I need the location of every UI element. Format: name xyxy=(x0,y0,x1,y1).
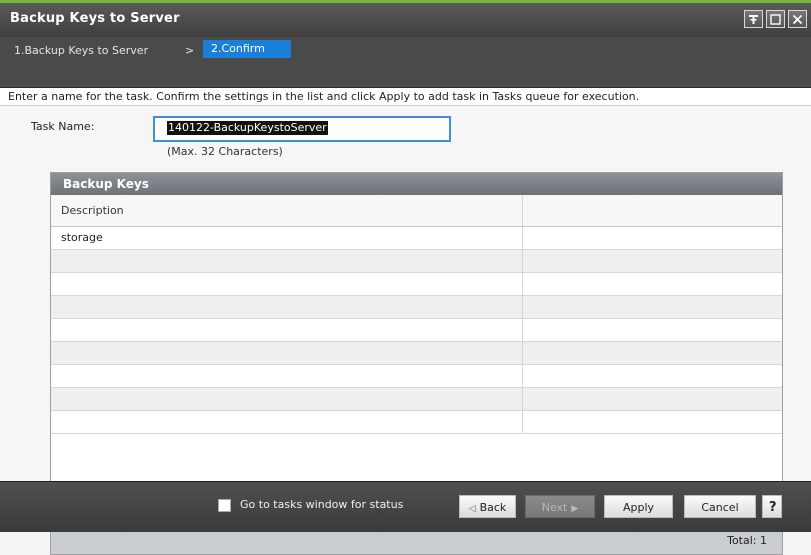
wizard-steps: 1.Backup Keys to Server > 2.Confirm xyxy=(0,37,811,88)
table-row[interactable] xyxy=(51,341,782,365)
task-name-value[interactable]: 140122-BackupKeystoServer xyxy=(167,121,328,135)
help-button[interactable]: ? xyxy=(762,495,782,518)
table-cell xyxy=(522,249,782,273)
chevron-right-icon: ▶ xyxy=(571,504,579,514)
table-cell xyxy=(522,272,782,296)
close-icon[interactable] xyxy=(788,10,807,28)
apply-button[interactable]: Apply xyxy=(604,495,673,518)
table-cell xyxy=(522,318,782,342)
wizard-step-separator: > xyxy=(185,44,195,57)
wizard-step-2-current: 2.Confirm xyxy=(203,40,291,58)
table-cell xyxy=(51,272,523,296)
table-cell: storage xyxy=(51,226,523,250)
table-cell xyxy=(522,295,782,319)
backup-keys-table: Description storage xyxy=(51,195,782,434)
panel-title: Backup Keys xyxy=(51,173,782,195)
title-bar: Backup Keys to Server xyxy=(0,3,811,37)
table-cell xyxy=(51,410,523,434)
go-to-tasks-checkbox[interactable] xyxy=(218,499,231,512)
action-bar: Go to tasks window for status ◁ Back Next… xyxy=(0,481,811,532)
main-content: Enter a name for the task. Confirm the s… xyxy=(0,88,811,555)
back-button[interactable]: ◁ Back xyxy=(459,495,516,518)
table-row[interactable] xyxy=(51,249,782,273)
table-cell xyxy=(51,295,523,319)
table-cell xyxy=(51,364,523,388)
maximize-icon[interactable] xyxy=(766,10,785,28)
table-header-row: Description xyxy=(51,195,782,227)
instruction-text: Enter a name for the task. Confirm the s… xyxy=(0,88,811,106)
pin-icon[interactable] xyxy=(744,10,763,28)
table-row[interactable]: storage xyxy=(51,226,782,250)
column-header-blank[interactable] xyxy=(522,195,782,227)
table-row[interactable] xyxy=(51,295,782,319)
table-cell xyxy=(522,364,782,388)
table-row[interactable] xyxy=(51,387,782,411)
task-name-hint: (Max. 32 Characters) xyxy=(167,145,283,158)
column-header-description[interactable]: Description xyxy=(51,195,523,227)
table-cell xyxy=(51,387,523,411)
next-button[interactable]: Next ▶ xyxy=(525,495,595,518)
go-to-tasks-label[interactable]: Go to tasks window for status xyxy=(240,498,403,511)
wizard-step-1[interactable]: 1.Backup Keys to Server xyxy=(14,44,148,57)
table-cell xyxy=(522,226,782,250)
table-row[interactable] xyxy=(51,364,782,388)
table-cell xyxy=(51,249,523,273)
table-cell xyxy=(522,410,782,434)
table-cell xyxy=(522,387,782,411)
table-cell xyxy=(51,341,523,365)
chevron-left-icon: ◁ xyxy=(468,504,476,514)
back-button-label: Back xyxy=(479,501,507,514)
table-cell xyxy=(51,318,523,342)
table-cell xyxy=(522,341,782,365)
task-name-label: Task Name: xyxy=(31,120,95,133)
table-row[interactable] xyxy=(51,318,782,342)
window-controls xyxy=(744,10,807,28)
task-name-input[interactable]: 140122-BackupKeystoServer xyxy=(153,116,451,142)
window-title: Backup Keys to Server xyxy=(10,11,180,26)
table-row[interactable] xyxy=(51,272,782,296)
next-button-label: Next xyxy=(541,501,568,514)
cancel-button[interactable]: Cancel xyxy=(684,495,756,518)
table-row[interactable] xyxy=(51,410,782,434)
